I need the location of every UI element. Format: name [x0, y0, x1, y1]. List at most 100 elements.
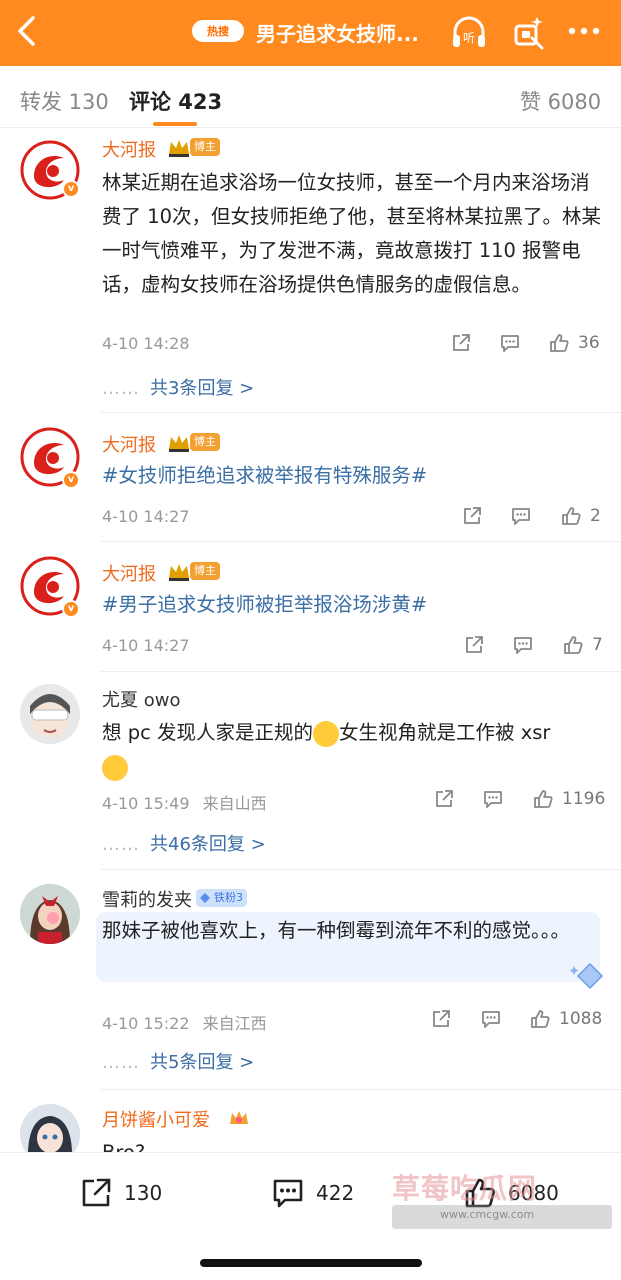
- comment-button[interactable]: 422: [270, 1175, 354, 1211]
- username[interactable]: 雪莉的发夹: [102, 886, 192, 912]
- anime-avatar-icon: [20, 684, 80, 744]
- listen-headphones-icon[interactable]: 听: [450, 14, 488, 50]
- share-button[interactable]: [461, 505, 483, 527]
- comment-text: 那妹子被他喜欢上，有一种倒霉到流年不利的感觉。。。: [102, 919, 571, 942]
- diamond-icon: [200, 893, 210, 903]
- share-icon: [82, 1178, 111, 1207]
- blogger-tag: 博主: [190, 138, 220, 156]
- comment-time: 4-10 14:28: [102, 334, 190, 353]
- repost-count: 130: [124, 1181, 163, 1205]
- comment-count: 422: [316, 1181, 355, 1205]
- thumbs-up-icon: [562, 507, 581, 525]
- comment-time: 4-10 14:27: [102, 636, 190, 655]
- comment-item: 月饼酱小可爱 Bro?: [0, 1090, 621, 1152]
- avatar[interactable]: [20, 884, 80, 944]
- verified-badge-icon: v: [62, 600, 80, 618]
- thumbs-up-icon: [564, 636, 583, 654]
- active-tab-indicator: [153, 122, 197, 126]
- share-button[interactable]: [433, 788, 455, 810]
- girl-avatar-icon: [20, 884, 80, 944]
- like-count: 2: [590, 506, 601, 526]
- comment-meta: 4-10 15:49 来自山西: [102, 790, 267, 814]
- comment-text: Bro?: [102, 1136, 602, 1152]
- like-button[interactable]: 1088: [529, 1008, 602, 1030]
- share-icon: [436, 790, 453, 807]
- crown-level-icon: [169, 564, 189, 581]
- share-icon: [466, 636, 483, 653]
- username[interactable]: 月饼酱小可爱: [102, 1106, 210, 1132]
- comment-time: 4-10 15:22: [102, 1014, 190, 1033]
- comment-text-part: 想 pc 发现人家是正规的: [102, 721, 313, 744]
- comment-text: 林某近期在追求浴场一位女技师，甚至一个月内来浴场消费了 10次，但女技师拒绝了他…: [102, 171, 602, 296]
- like-button[interactable]: 7: [562, 634, 603, 656]
- avatar[interactable]: [20, 1104, 80, 1152]
- like-count: 1196: [562, 789, 606, 809]
- comment-time: 4-10 15:49: [102, 794, 190, 813]
- thumbs-up-icon: [550, 334, 569, 352]
- topic-hashtag-link[interactable]: #男子追求女技师被拒举报浴场涉黄#: [102, 588, 602, 622]
- share-button[interactable]: [450, 332, 472, 354]
- comment-item: 雪莉的发夹 铁粉3 那妹子被他喜欢上，有一种倒霉到流年不利的感觉。。。 4-10…: [0, 870, 621, 1090]
- comment-item: 尤夏 owo 想 pc 发现人家是正规的 女生视角就是工作被 xsr 4-10 1…: [0, 672, 621, 870]
- reply-button[interactable]: [512, 634, 534, 656]
- username[interactable]: 尤夏 owo: [102, 686, 180, 712]
- view-replies-link[interactable]: …… 共3条回复 >: [102, 374, 254, 400]
- comment-text-part: 女生视角就是工作被 xsr: [339, 721, 551, 744]
- tab-likes[interactable]: 赞 6080: [520, 86, 601, 116]
- reply-button[interactable]: [482, 788, 504, 810]
- fan-level-tag: 铁粉3: [196, 889, 247, 907]
- crown-level-icon: [169, 435, 189, 452]
- reply-dots: ……: [102, 378, 140, 399]
- replies-count-text: 共5条回复 >: [150, 1052, 255, 1073]
- like-button[interactable]: 36: [548, 332, 600, 354]
- back-arrow-icon[interactable]: [14, 14, 40, 48]
- share-icon: [464, 507, 481, 524]
- crown-level-icon: [169, 140, 189, 157]
- reply-button[interactable]: [499, 332, 521, 354]
- comment-item: v 大河报 博主 #女技师拒绝追求被举报有特殊服务# 4-10 14:27 2: [0, 413, 621, 542]
- fan-level-label: 铁粉3: [214, 891, 243, 904]
- tab-reposts[interactable]: 转发 130: [20, 86, 109, 116]
- hot-badge-label: 热搜: [207, 25, 229, 38]
- watermark-title: 草莓吃瓜网: [392, 1172, 538, 1205]
- like-count: 7: [592, 635, 603, 655]
- gift-box-icon[interactable]: [510, 14, 546, 50]
- comment-location: 来自山西: [202, 794, 267, 813]
- comment-bubble-icon: [512, 508, 530, 525]
- comment-bubble-icon: [514, 637, 532, 654]
- comment-text: 想 pc 发现人家是正规的 女生视角就是工作被 xsr: [102, 716, 602, 784]
- view-replies-link[interactable]: …… 共46条回复 >: [102, 830, 266, 856]
- site-watermark: 草莓吃瓜网 www.cmcgw.com: [390, 1165, 612, 1235]
- replies-count-text: 共46条回复 >: [150, 834, 266, 855]
- comment-time: 4-10 14:27: [102, 507, 190, 526]
- username[interactable]: 大河报: [102, 560, 156, 586]
- like-button[interactable]: 2: [560, 505, 601, 527]
- view-replies-link[interactable]: …… 共5条回复 >: [102, 1048, 254, 1074]
- blogger-tag: 博主: [190, 562, 220, 580]
- more-options-icon[interactable]: [566, 24, 602, 38]
- page-title[interactable]: 男子追求女技师...: [256, 18, 434, 47]
- tab-bar: 转发 130 评论 423 赞 6080: [0, 66, 621, 128]
- home-indicator: [200, 1259, 422, 1267]
- repost-button[interactable]: 130: [78, 1175, 162, 1211]
- share-icon: [433, 1010, 450, 1027]
- reply-button[interactable]: [480, 1008, 502, 1030]
- avatar[interactable]: [20, 684, 80, 744]
- thinking-face-emoji-icon: [102, 754, 128, 781]
- like-button[interactable]: 1196: [532, 788, 605, 810]
- username[interactable]: 大河报: [102, 136, 156, 162]
- crown-emoji-icon: [230, 1111, 248, 1124]
- hot-search-badge[interactable]: 热搜: [192, 20, 244, 42]
- blogger-tag: 博主: [190, 433, 220, 451]
- reply-button[interactable]: [510, 505, 532, 527]
- share-button[interactable]: [463, 634, 485, 656]
- watermark-url: www.cmcgw.com: [440, 1208, 535, 1221]
- comment-bubble-icon: [501, 335, 519, 352]
- topic-hashtag-link[interactable]: #女技师拒绝追求被举报有特殊服务#: [102, 459, 602, 493]
- comment-bubble-icon: [484, 791, 502, 808]
- replies-count-text: 共3条回复 >: [150, 378, 255, 399]
- tab-comments[interactable]: 评论 423: [129, 86, 222, 116]
- share-button[interactable]: [430, 1008, 452, 1030]
- username[interactable]: 大河报: [102, 431, 156, 457]
- comment-item: v 大河报 博主 #男子追求女技师被拒举报浴场涉黄# 4-10 14:27 7: [0, 542, 621, 672]
